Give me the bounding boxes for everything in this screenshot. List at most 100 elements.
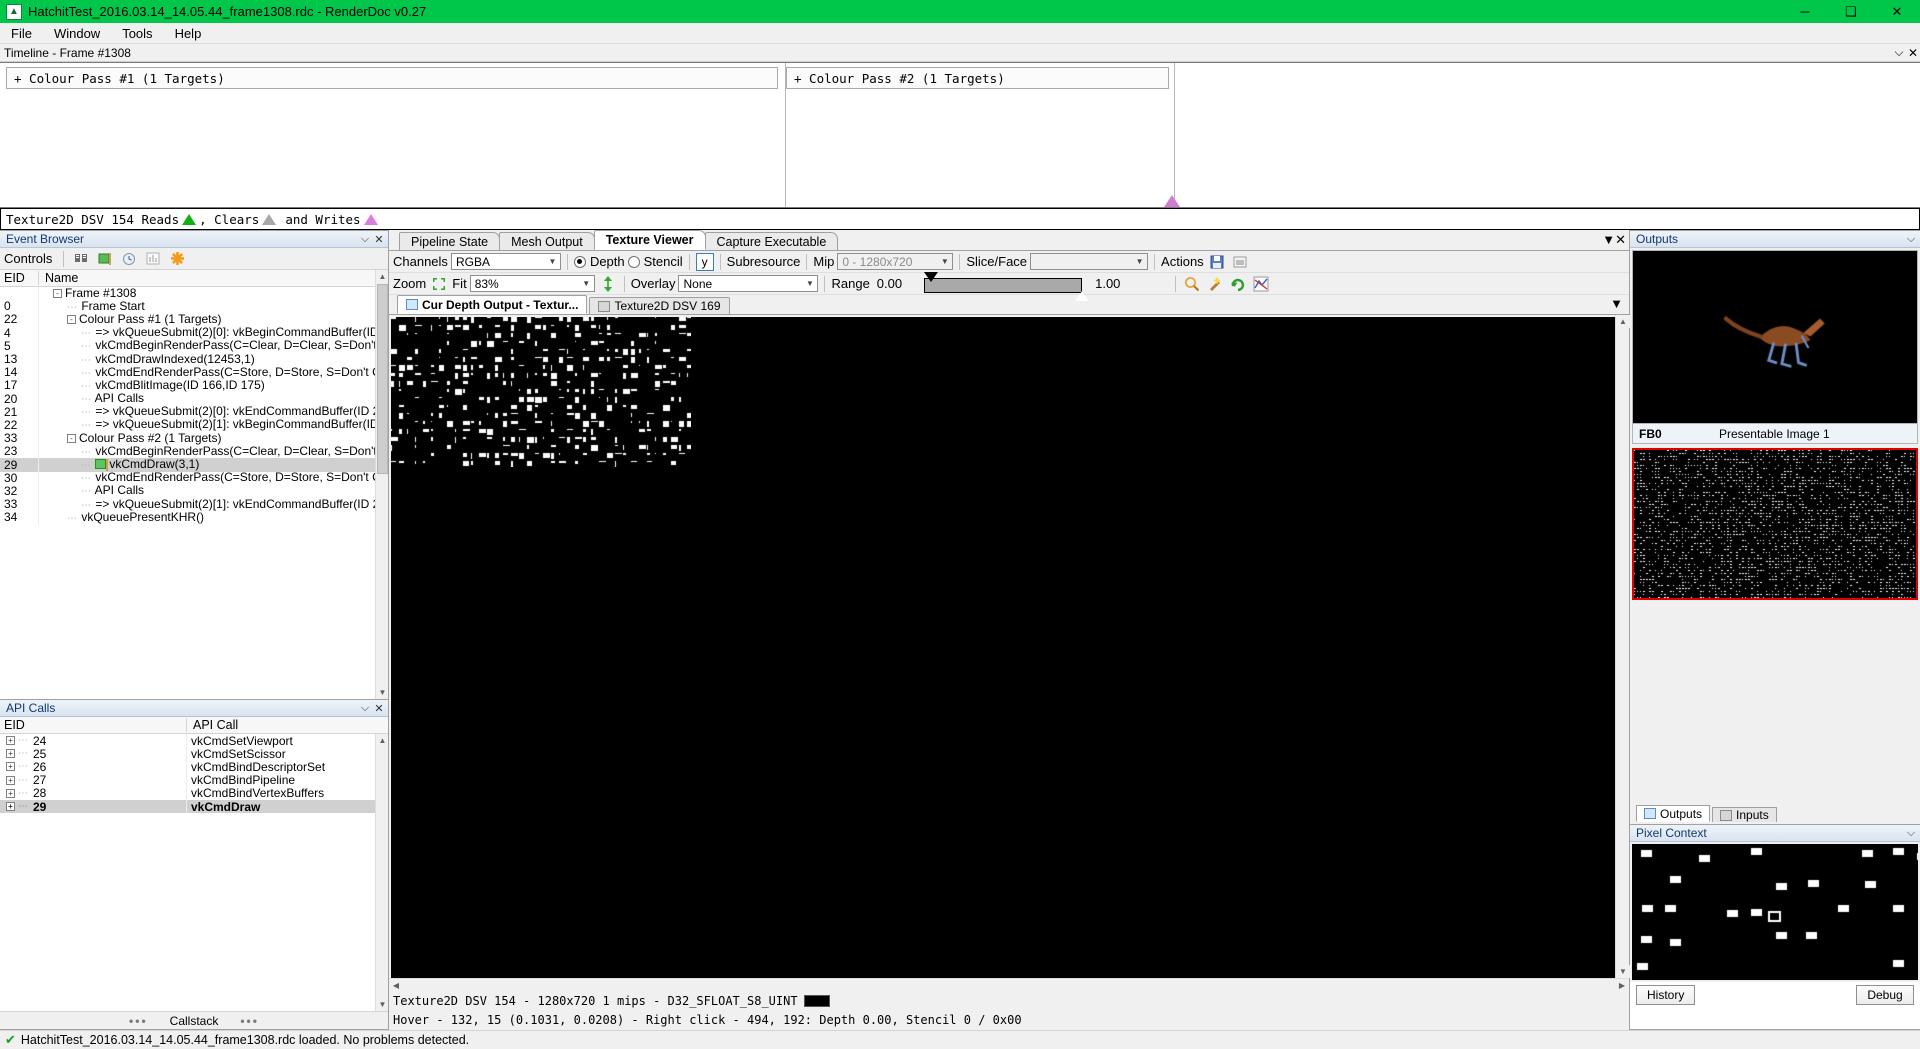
timeline-body[interactable]: + Colour Pass #1 (1 Targets) + Colour Pa… [0, 62, 1920, 208]
tree-expander-icon[interactable]: + [6, 749, 15, 759]
api-call-row[interactable]: + ⋯ 27 vkCmdBindPipeline [0, 773, 388, 788]
subtab-texture2d-dsv-169[interactable]: Texture2D DSV 169 [589, 297, 730, 314]
event-row[interactable]: 0 ⋯ Frame Start [0, 299, 388, 314]
tab-capture-executable[interactable]: Capture Executable [704, 232, 839, 250]
menu-tools[interactable]: Tools [111, 24, 163, 43]
api-scroll-up-arrow[interactable]: ▲ [376, 734, 388, 747]
scroll-up-arrow[interactable]: ▲ [376, 270, 388, 283]
event-row[interactable]: 33 - Colour Pass #2 (1 Targets) [0, 432, 388, 446]
pixel-context-canvas[interactable] [1632, 844, 1918, 980]
tree-expander-icon[interactable]: + [6, 802, 15, 812]
api-call-row[interactable]: + ⋯ 26 vkCmdBindDescriptorSet [0, 759, 388, 774]
menu-file[interactable]: File [0, 24, 43, 43]
event-row[interactable]: 29 ⋯ vkCmdDraw(3,1) [0, 458, 388, 473]
stats-icon[interactable] [143, 250, 163, 268]
event-row[interactable]: 34 ⋯ vkQueuePresentKHR() [0, 510, 388, 525]
histogram-icon[interactable] [1251, 275, 1271, 293]
api-calls-rows-container[interactable]: + ⋯ 24 vkCmdSetViewport + ⋯ 25 vkCmdSetScissor +… [0, 734, 388, 1011]
range-max-value[interactable]: 1.00 [1095, 276, 1120, 291]
range-min-value[interactable]: 0.00 [877, 276, 902, 291]
flip-y-icon[interactable] [598, 275, 618, 293]
event-row[interactable]: 5 ⋯ vkCmdBeginRenderPass(C=Clear, D=Clear… [0, 339, 388, 354]
event-row[interactable]: 20 ⋯ API Calls [0, 392, 388, 407]
reset-icon[interactable] [1228, 275, 1248, 293]
center-close-button[interactable]: ✕ [1615, 232, 1626, 250]
tree-expander-icon[interactable]: + [6, 775, 15, 785]
api-call-row[interactable]: + ⋯ 28 vkCmdBindVertexBuffers [0, 786, 388, 801]
depth-radio[interactable]: Depth [573, 254, 625, 269]
callstack-grip-left[interactable]: ••• [129, 1014, 148, 1028]
event-row[interactable]: 33 ⋯ => vkQueueSubmit(2)[1]: vkEndCommand… [0, 497, 388, 512]
pixel-context-pin-button[interactable]: ⌵ [1904, 826, 1918, 841]
event-browser-pin-button[interactable]: ⌵ [358, 232, 372, 247]
timing-icon[interactable] [119, 250, 139, 268]
gamma-toggle-button[interactable]: y [695, 252, 714, 271]
tab-pipeline-state[interactable]: Pipeline State [399, 232, 501, 250]
api-scroll-down-arrow[interactable]: ▼ [376, 998, 388, 1011]
tree-expander-icon[interactable]: + [6, 788, 15, 798]
mip-select[interactable]: 0 - 1280x720 ▼ [837, 253, 954, 270]
outputs-pin-button[interactable]: ⌵ [1904, 232, 1918, 247]
slice-face-select[interactable]: ▼ [1030, 253, 1149, 270]
save-icon[interactable] [1207, 253, 1227, 271]
menu-help[interactable]: Help [164, 24, 213, 43]
maximize-button[interactable]: ❑ [1828, 0, 1874, 23]
open-icon[interactable] [1230, 253, 1250, 271]
autofit-icon[interactable] [1205, 275, 1225, 293]
api-calls-scrollbar[interactable]: ▲ ▼ [375, 734, 388, 1011]
tree-expander-icon[interactable]: - [67, 315, 76, 325]
event-row[interactable]: 21 ⋯ => vkQueueSubmit(2)[0]: vkEndCommand… [0, 405, 388, 420]
texture-scroll-left-arrow[interactable]: ◀ [389, 981, 403, 990]
api-call-row[interactable]: + ⋯ 29 vkCmdDraw [0, 799, 388, 814]
event-browser-close-button[interactable]: ✕ [372, 232, 386, 247]
settings-icon[interactable] [167, 250, 187, 268]
fit-to-window-icon[interactable] [429, 275, 449, 293]
api-call-row[interactable]: + ⋯ 25 vkCmdSetScissor [0, 746, 388, 761]
event-row[interactable]: 30 ⋯ vkCmdEndRenderPass(C=Store, D=Store,… [0, 471, 388, 486]
event-row[interactable]: - Frame #1308 [0, 287, 388, 301]
api-calls-close-button[interactable]: ✕ [372, 701, 386, 716]
tree-expander-icon[interactable]: + [6, 736, 15, 746]
timeline-pass-1[interactable]: + Colour Pass #1 (1 Targets) [6, 67, 778, 89]
zoom-select[interactable]: 83% ▼ [469, 275, 595, 292]
output-thumb-fb0[interactable]: FB0 Presentable Image 1 [1632, 250, 1918, 444]
event-row[interactable]: 14 ⋯ vkCmdEndRenderPass(C=Store, D=Store,… [0, 365, 388, 380]
subtab-cur-depth-output[interactable]: Cur Depth Output - Textur... [397, 295, 588, 314]
event-row[interactable]: 13 ⋯ vkCmdDrawIndexed(12453,1) [0, 352, 388, 367]
range-white-point-handle[interactable] [1075, 290, 1090, 301]
event-browser-tree[interactable]: EID Name - Frame #1308 0 ⋯ Frame Start 22- Co… [0, 270, 388, 699]
event-tree-scrollbar[interactable]: ▲ ▼ [375, 270, 388, 699]
zoom-range-icon[interactable] [1182, 275, 1202, 293]
tree-expander-icon[interactable]: - [53, 289, 62, 299]
event-row[interactable]: 4 ⋯ => vkQueueSubmit(2)[0]: vkBeginComman… [0, 326, 388, 341]
fit-label[interactable]: Fit [452, 276, 466, 291]
tab-mesh-output[interactable]: Mesh Output [499, 232, 595, 250]
range-slider[interactable] [924, 271, 1090, 301]
tab-texture-viewer[interactable]: Texture Viewer [593, 230, 706, 250]
subtab-menu-button[interactable]: ▼ [1610, 296, 1623, 314]
io-tab-outputs[interactable]: Outputs [1636, 805, 1711, 822]
output-thumb-depth[interactable] [1632, 448, 1918, 600]
center-collapse-button[interactable]: ▼ [1602, 232, 1615, 250]
texture-vertical-scrollbar[interactable]: ▲ ▼ [1615, 315, 1630, 978]
menu-window[interactable]: Window [43, 24, 111, 43]
texture-scroll-right-arrow[interactable]: ▶ [1615, 981, 1629, 990]
timeline-close-button[interactable]: ✕ [1906, 46, 1920, 60]
minimize-button[interactable]: ─ [1782, 0, 1828, 23]
channels-select[interactable]: RGBA ▼ [450, 253, 561, 270]
history-button[interactable]: History [1636, 985, 1696, 1005]
scroll-thumb[interactable] [377, 284, 388, 474]
texture-canvas[interactable] [391, 317, 1615, 978]
timeline-pass-2[interactable]: + Colour Pass #2 (1 Targets) [786, 67, 1169, 89]
io-tab-inputs[interactable]: Inputs [1712, 807, 1777, 822]
api-call-row[interactable]: + ⋯ 24 vkCmdSetViewport [0, 734, 388, 748]
event-row[interactable]: 22 - Colour Pass #1 (1 Targets) [0, 313, 388, 327]
event-row[interactable]: 22 ⋯ => vkQueueSubmit(2)[1]: vkBeginComma… [0, 418, 388, 433]
debug-button[interactable]: Debug [1856, 985, 1914, 1005]
scroll-down-arrow[interactable]: ▼ [376, 686, 388, 699]
overlay-select[interactable]: None ▼ [678, 275, 819, 292]
event-row[interactable]: 17 ⋯ vkCmdBlitImage(ID 166,ID 175) [0, 378, 388, 393]
close-button[interactable]: ✕ [1874, 0, 1920, 23]
callstack-grip-right[interactable]: ••• [240, 1014, 259, 1028]
tree-expander-icon[interactable]: + [6, 762, 15, 772]
